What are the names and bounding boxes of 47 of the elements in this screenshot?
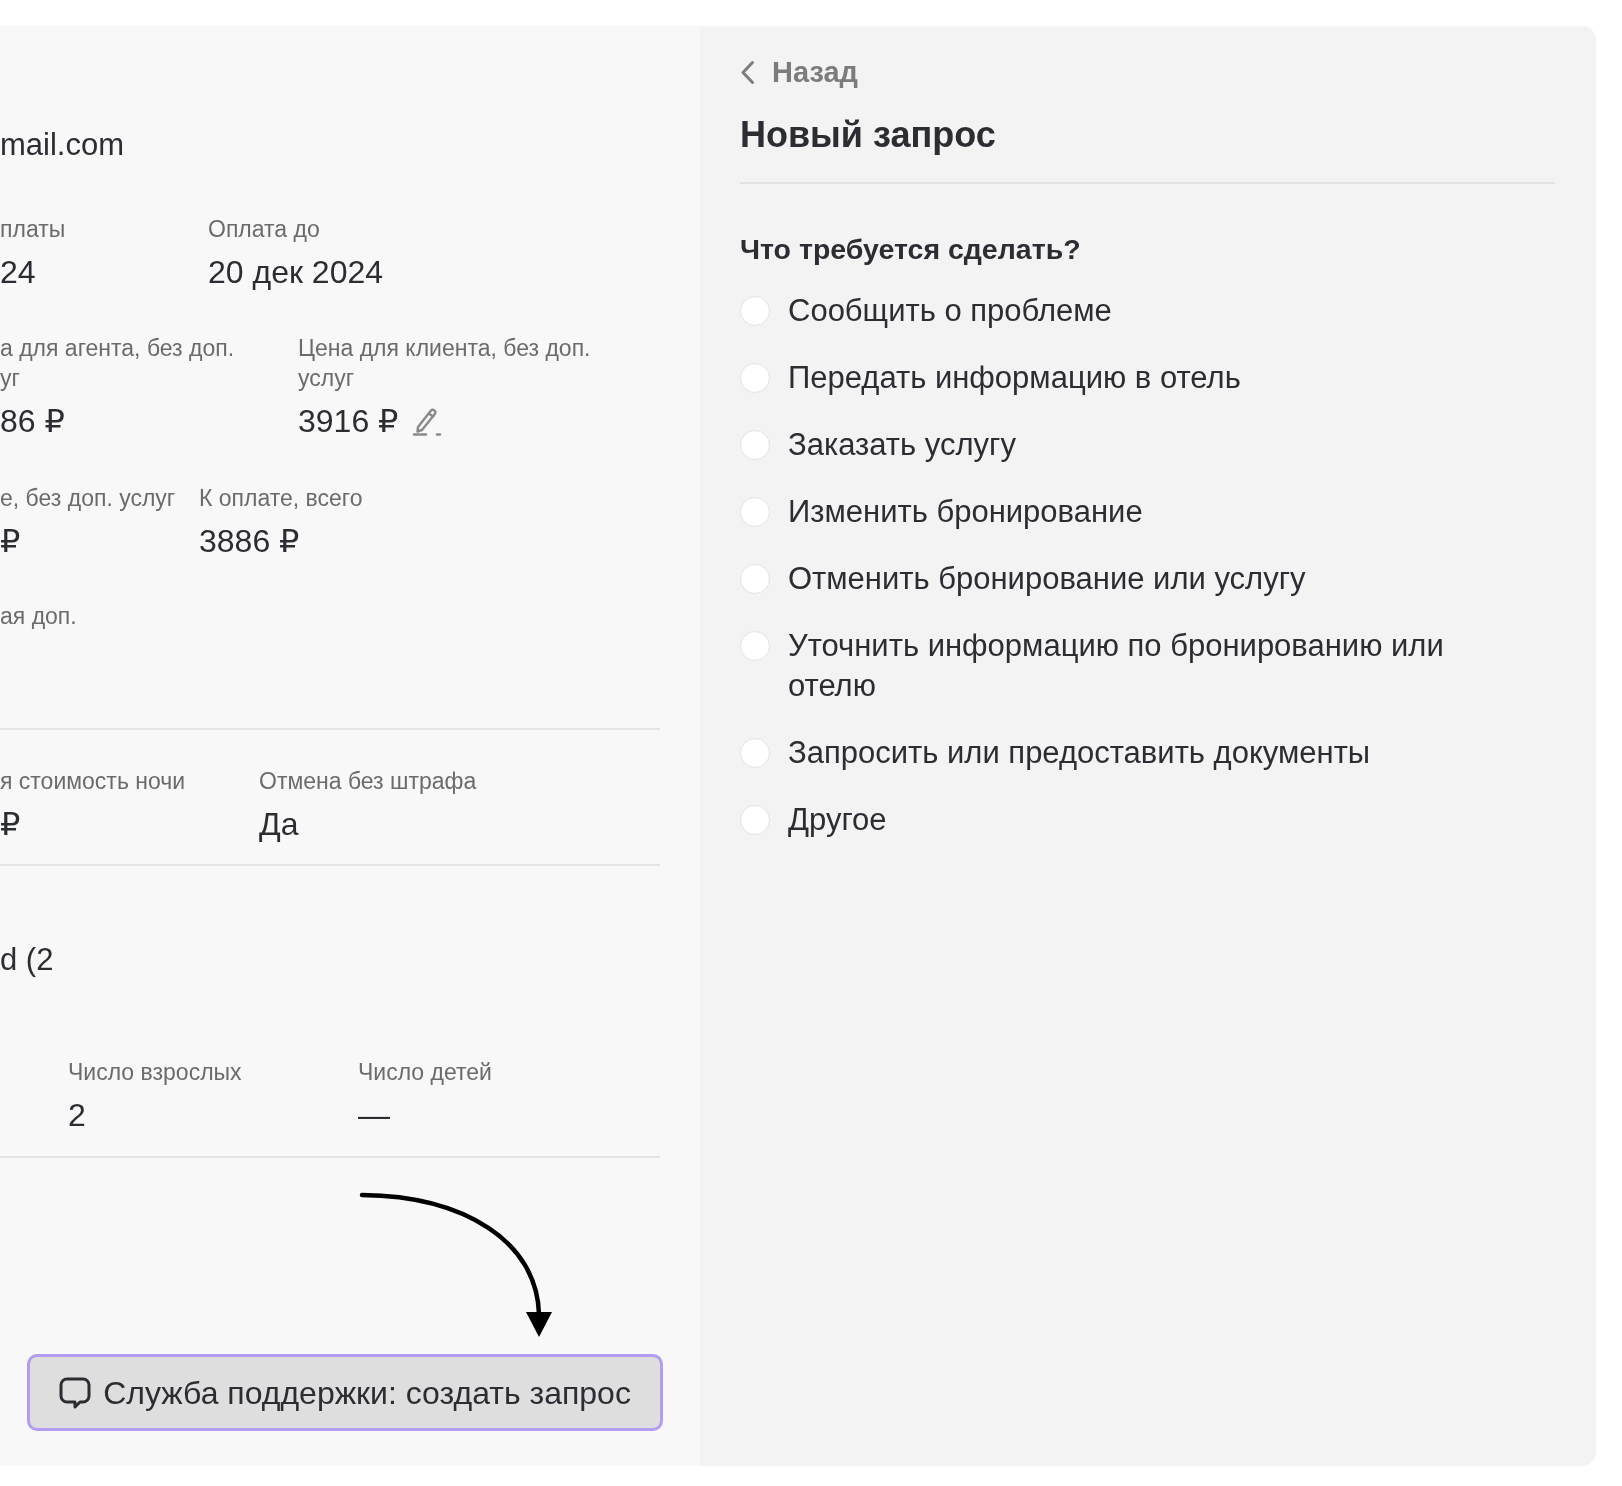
field-value: 3916 ₽ [298, 402, 399, 441]
radio-button[interactable] [740, 630, 770, 661]
radio-button[interactable] [740, 804, 770, 835]
detail-text: mail.com [0, 126, 125, 164]
field-label: е, без доп. услуг [0, 484, 177, 513]
chat-bubble-icon [59, 1375, 92, 1410]
field-label: К оплате, всего [199, 484, 363, 513]
option-label[interactable]: Сообщить о проблеме [788, 290, 1112, 331]
pencil-icon[interactable] [412, 406, 443, 436]
field-value: Да [259, 805, 299, 844]
field-label: Оплата до [208, 215, 321, 244]
back-link[interactable]: Назад [740, 54, 858, 90]
detail-text: ая доп. [0, 602, 78, 631]
radio-button[interactable] [740, 563, 770, 594]
field-label: я стоимость ночи [0, 767, 187, 796]
radio-button[interactable] [740, 496, 770, 527]
radio-button[interactable] [740, 295, 770, 326]
field-value: 2 [68, 1096, 86, 1135]
field-label: Число взрослых [68, 1058, 243, 1087]
option-label[interactable]: Изменить бронирование [788, 491, 1143, 532]
field-label: Отмена без штрафа [259, 767, 477, 796]
field-value: 3886 ₽ [199, 522, 300, 561]
option-label[interactable]: Уточнить информацию по бронированию или отелю [788, 625, 1478, 706]
question-text: Что требуется сделать? [740, 231, 1082, 267]
radio-button[interactable] [740, 429, 770, 460]
field-value: ₽ [0, 522, 21, 561]
detail-text: d (2 [0, 941, 55, 979]
field-value: ₽ [0, 805, 21, 844]
field-value: 24 [0, 253, 36, 292]
field-value: 20 дек 2024 [208, 253, 384, 292]
option-label[interactable]: Передать информацию в отель [788, 357, 1241, 398]
field-label: уг [0, 364, 21, 393]
option-label[interactable]: Заказать услугу [788, 424, 1016, 465]
field-label: Число детей [358, 1058, 492, 1087]
panel-title: Новый запрос [740, 112, 997, 157]
field-label: а для агента, без доп. [0, 334, 236, 363]
radio-button[interactable] [740, 737, 770, 768]
chevron-left-icon [740, 59, 755, 85]
option-label[interactable]: Другое [788, 799, 887, 840]
field-label: Цена для клиента, без доп. услуг [298, 334, 592, 393]
field-label: платы [0, 215, 67, 244]
support-button[interactable]: Служба поддержки: создать запрос [27, 1354, 663, 1431]
radio-button[interactable] [740, 362, 770, 393]
field-value: — [358, 1096, 390, 1135]
field-value: 86 ₽ [0, 402, 65, 441]
option-label[interactable]: Запросить или предоставить документы [788, 732, 1371, 773]
option-label[interactable]: Отменить бронирование или услугу [788, 558, 1306, 599]
